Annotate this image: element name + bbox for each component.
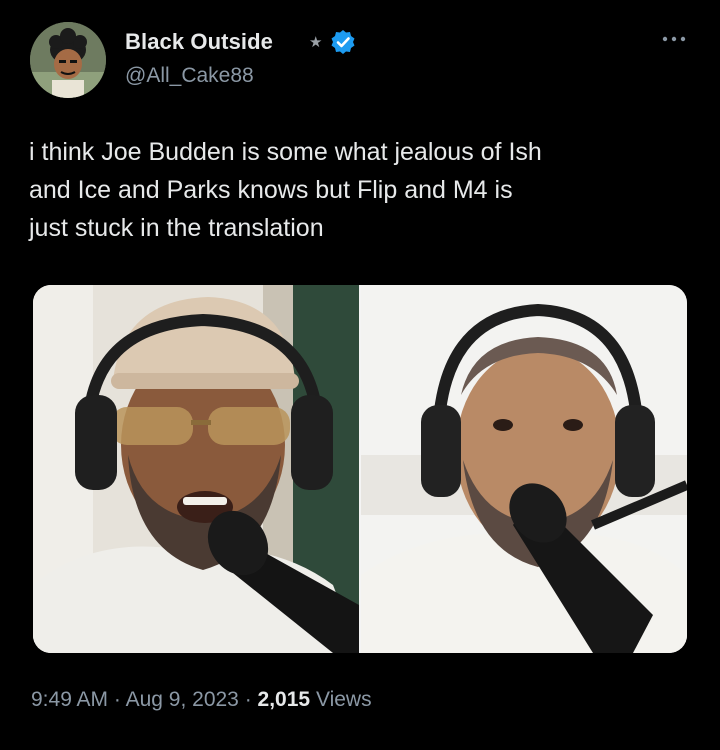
more-options-icon[interactable] [660,32,688,46]
tweet-date[interactable]: Aug 9, 2023 [126,688,239,711]
verified-badge-icon [331,30,355,54]
display-name[interactable]: Black Outside [125,29,273,55]
tweet-text: i think Joe Budden is some what jealous … [29,138,542,242]
tweet-time[interactable]: 9:49 AM [31,688,108,711]
tweet-metadata: 9:49 AM · Aug 9, 2023 · 2,015 Views [31,688,372,712]
media-panel-left [33,285,359,653]
tweet-card: Black Outside ★ @All_Cake88 i think Joe … [0,0,720,750]
tweet-media[interactable] [33,285,687,653]
star-icon: ★ [309,34,323,51]
views-count[interactable]: 2,015 [258,688,311,711]
meta-separator: · [113,688,121,711]
meta-separator: · [244,688,252,711]
media-panel-right [361,285,687,653]
user-handle[interactable]: @All_Cake88 [125,64,254,88]
avatar[interactable] [30,22,106,98]
views-label: Views [315,688,372,711]
